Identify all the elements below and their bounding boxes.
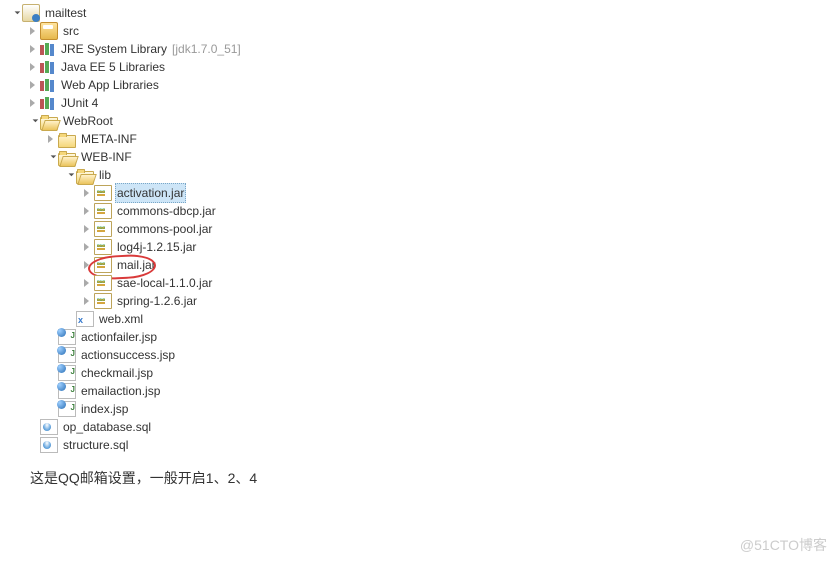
folder-open-icon [76, 171, 94, 184]
jar-file-icon [94, 239, 112, 255]
expand-arrow-icon[interactable] [82, 184, 94, 202]
expand-arrow-icon[interactable] [28, 22, 40, 40]
folder-open-icon [40, 117, 58, 130]
sql-file-node[interactable]: op_database.sql [10, 418, 839, 436]
expand-arrow-icon[interactable] [46, 148, 58, 166]
jre-qualifier: [jdk1.7.0_51] [172, 40, 241, 58]
junit-library-node[interactable]: JUnit 4 [10, 94, 839, 112]
watermark-text: @51CTO博客 [740, 535, 827, 555]
jar-file-label: sae-local-1.1.0.jar [115, 274, 214, 292]
jar-file-icon [94, 257, 112, 273]
jee-label: Java EE 5 Libraries [59, 58, 167, 76]
jsp-file-icon [58, 365, 76, 381]
jar-file-label: activation.jar [115, 183, 186, 203]
webxml-node[interactable]: web.xml [10, 310, 839, 328]
jar-file-icon [94, 203, 112, 219]
jar-file-node[interactable]: sae-local-1.1.0.jar [10, 274, 839, 292]
jsp-file-label: checkmail.jsp [79, 364, 155, 382]
folder-icon [58, 135, 76, 148]
jsp-file-node[interactable]: actionsuccess.jsp [10, 346, 839, 364]
leaf-spacer [28, 436, 40, 454]
expand-arrow-icon[interactable] [82, 274, 94, 292]
library-icon [40, 77, 56, 93]
sql-file-label: op_database.sql [61, 418, 153, 436]
expand-arrow-icon[interactable] [10, 4, 22, 22]
webinf-label: WEB-INF [79, 148, 134, 166]
jsp-file-node[interactable]: actionfailer.jsp [10, 328, 839, 346]
src-label: src [61, 22, 81, 40]
sql-file-label: structure.sql [61, 436, 130, 454]
metainf-node[interactable]: META-INF [10, 130, 839, 148]
webxml-label: web.xml [97, 310, 145, 328]
jar-file-icon [94, 185, 112, 201]
jsp-file-label: emailaction.jsp [79, 382, 162, 400]
webapplib-label: Web App Libraries [59, 76, 161, 94]
jar-file-icon [94, 293, 112, 309]
sql-file-node[interactable]: structure.sql [10, 436, 839, 454]
jsp-file-node[interactable]: index.jsp [10, 400, 839, 418]
expand-arrow-icon[interactable] [82, 238, 94, 256]
lib-label: lib [97, 166, 113, 184]
leaf-spacer [64, 310, 76, 328]
junit-label: JUnit 4 [59, 94, 100, 112]
expand-arrow-icon[interactable] [82, 256, 94, 274]
jar-file-label: log4j-1.2.15.jar [115, 238, 198, 256]
webapp-library-node[interactable]: Web App Libraries [10, 76, 839, 94]
jar-file-label: commons-pool.jar [115, 220, 214, 238]
jsp-file-icon [58, 383, 76, 399]
expand-arrow-icon[interactable] [64, 166, 76, 184]
expand-arrow-icon[interactable] [28, 76, 40, 94]
project-node[interactable]: mailtest [10, 4, 839, 22]
source-folder-icon [40, 22, 58, 40]
library-icon [40, 59, 56, 75]
jar-file-label: spring-1.2.6.jar [115, 292, 199, 310]
library-icon [40, 95, 56, 111]
expand-arrow-icon[interactable] [82, 220, 94, 238]
xml-file-icon [76, 311, 94, 327]
webinf-node[interactable]: WEB-INF [10, 148, 839, 166]
jsp-file-label: actionsuccess.jsp [79, 346, 177, 364]
leaf-spacer [28, 418, 40, 436]
webroot-label: WebRoot [61, 112, 115, 130]
expand-arrow-icon[interactable] [28, 58, 40, 76]
expand-arrow-icon[interactable] [28, 94, 40, 112]
project-label: mailtest [43, 4, 88, 22]
jar-file-node[interactable]: commons-dbcp.jar [10, 202, 839, 220]
jar-file-icon [94, 275, 112, 291]
expand-arrow-icon[interactable] [28, 40, 40, 58]
webroot-node[interactable]: WebRoot [10, 112, 839, 130]
jar-file-node[interactable]: commons-pool.jar [10, 220, 839, 238]
metainf-label: META-INF [79, 130, 139, 148]
lib-node[interactable]: lib [10, 166, 839, 184]
jar-file-node[interactable]: mail.jar [10, 256, 839, 274]
sql-file-icon [40, 437, 58, 453]
jre-library-node[interactable]: JRE System Library [jdk1.7.0_51] [10, 40, 839, 58]
project-explorer-tree[interactable]: mailtest src JRE System Library [jdk1.7.… [0, 0, 839, 454]
jar-file-node[interactable]: spring-1.2.6.jar [10, 292, 839, 310]
jsp-file-icon [58, 329, 76, 345]
jsp-file-node[interactable]: checkmail.jsp [10, 364, 839, 382]
jsp-file-label: actionfailer.jsp [79, 328, 159, 346]
jsp-file-node[interactable]: emailaction.jsp [10, 382, 839, 400]
sql-file-icon [40, 419, 58, 435]
javaee-library-node[interactable]: Java EE 5 Libraries [10, 58, 839, 76]
expand-arrow-icon[interactable] [82, 292, 94, 310]
jar-file-label: mail.jar [115, 256, 158, 274]
jsp-file-icon [58, 401, 76, 417]
expand-arrow-icon[interactable] [28, 112, 40, 130]
jar-file-label: commons-dbcp.jar [115, 202, 218, 220]
jsp-file-label: index.jsp [79, 400, 130, 418]
folder-open-icon [58, 153, 76, 166]
expand-arrow-icon[interactable] [46, 130, 58, 148]
library-icon [40, 41, 56, 57]
jar-file-node[interactable]: activation.jar [10, 184, 839, 202]
jar-file-icon [94, 221, 112, 237]
project-icon [22, 4, 40, 22]
caption-text: 这是QQ邮箱设置，一般开启1、2、4 [30, 468, 839, 488]
jar-file-node[interactable]: log4j-1.2.15.jar [10, 238, 839, 256]
expand-arrow-icon[interactable] [82, 202, 94, 220]
jre-label: JRE System Library [59, 40, 169, 58]
jsp-file-icon [58, 347, 76, 363]
src-node[interactable]: src [10, 22, 839, 40]
